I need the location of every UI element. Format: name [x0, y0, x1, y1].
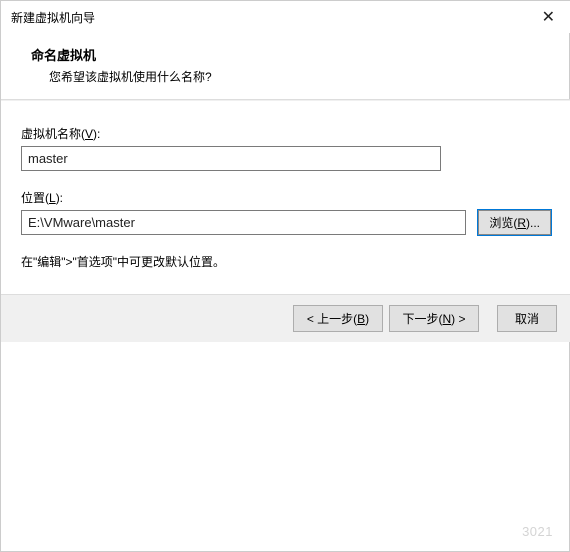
- browse-button[interactable]: 浏览(R)...: [478, 210, 551, 235]
- wizard-content: 虚拟机名称(V): 位置(L): 浏览(R)... 在"编辑">"首选项"中可更…: [1, 100, 570, 294]
- vm-name-input[interactable]: [21, 146, 441, 171]
- next-button[interactable]: 下一步(N) >: [389, 305, 479, 332]
- window-title: 新建虚拟机向导: [11, 9, 95, 26]
- close-icon[interactable]: ✕: [536, 7, 561, 27]
- page-title: 命名虚拟机: [31, 45, 541, 64]
- watermark: 3021: [522, 524, 553, 539]
- vm-name-label: 虚拟机名称(V):: [21, 125, 551, 142]
- wizard-footer: < 上一步(B) 下一步(N) > 取消: [1, 294, 570, 342]
- wizard-header: 命名虚拟机 您希望该虚拟机使用什么名称?: [1, 33, 570, 100]
- location-input[interactable]: [21, 210, 466, 235]
- location-label: 位置(L):: [21, 189, 551, 206]
- back-button[interactable]: < 上一步(B): [293, 305, 383, 332]
- location-hint: 在"编辑">"首选项"中可更改默认位置。: [21, 253, 551, 270]
- titlebar: 新建虚拟机向导 ✕: [1, 1, 570, 33]
- cancel-button[interactable]: 取消: [497, 305, 557, 332]
- page-subtitle: 您希望该虚拟机使用什么名称?: [31, 68, 541, 85]
